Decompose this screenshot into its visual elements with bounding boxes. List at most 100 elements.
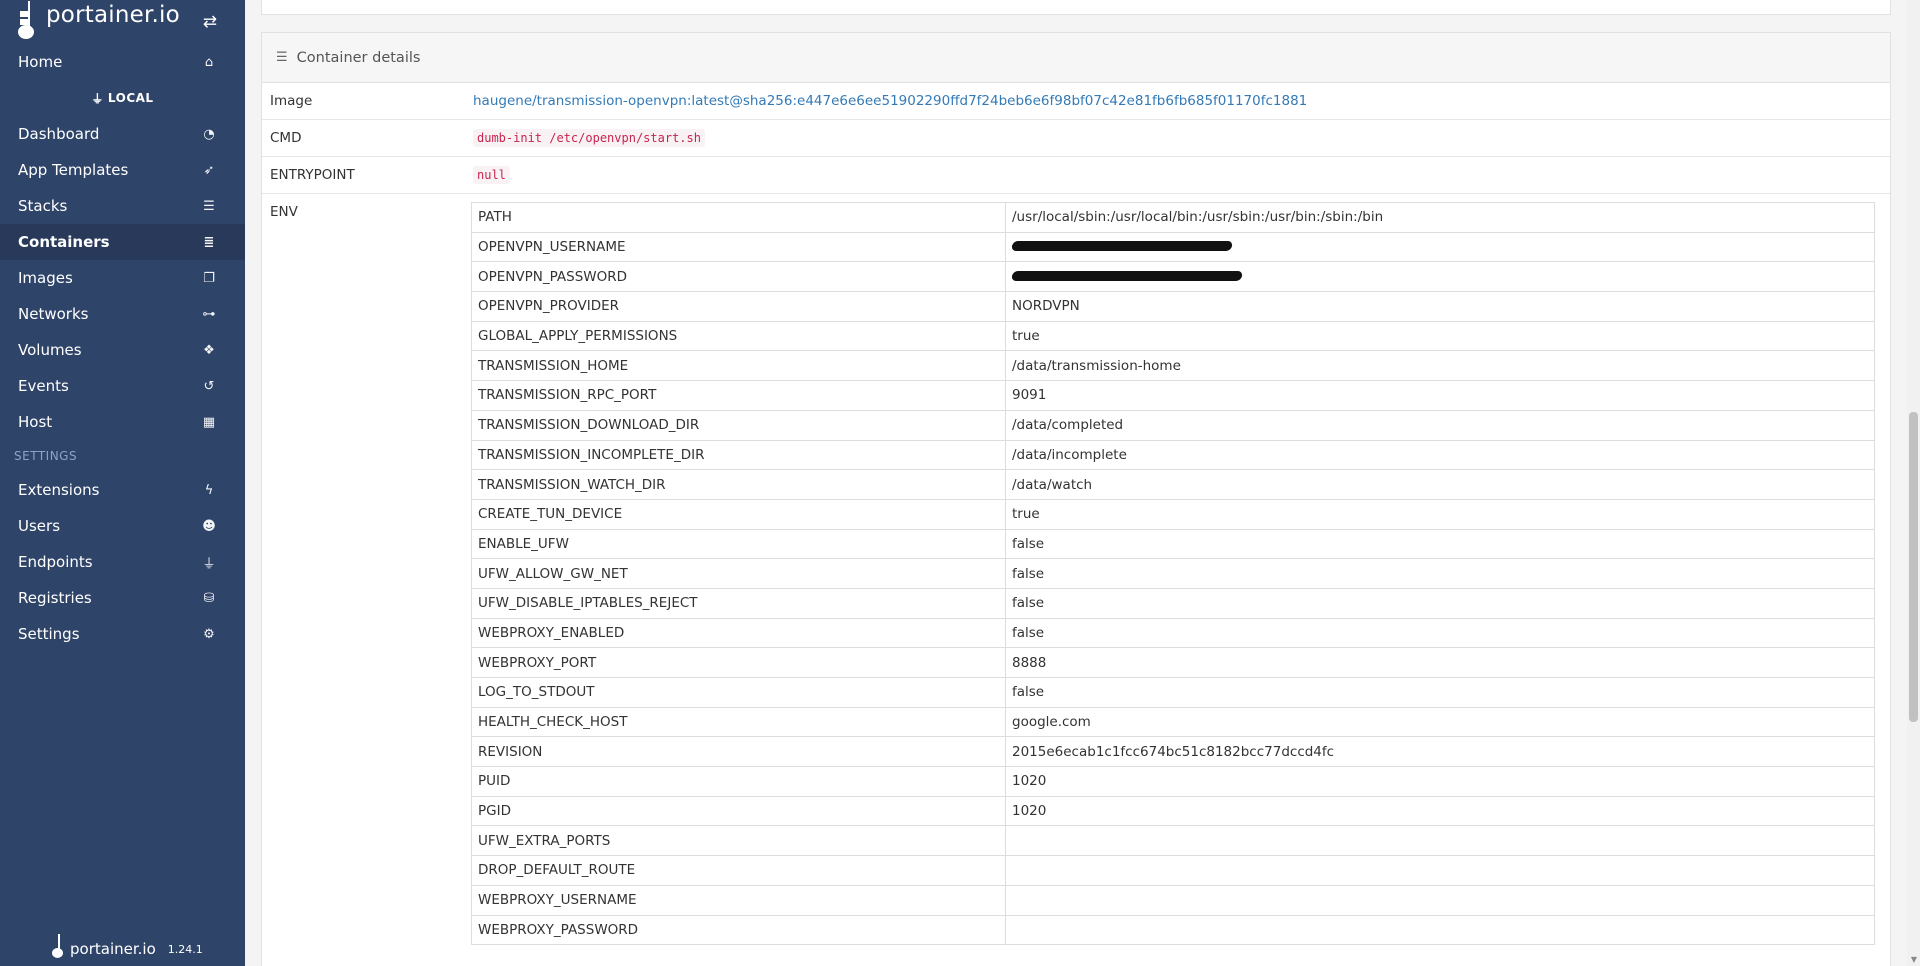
- detail-row-entrypoint: ENTRYPOINT null: [262, 157, 1890, 194]
- env-value: false: [1005, 587, 1875, 619]
- th-list-icon: ☰: [203, 198, 215, 214]
- env-value: [1005, 825, 1875, 857]
- env-row: PATH/usr/local/sbin:/usr/local/bin:/usr/…: [471, 202, 1875, 233]
- sidebar-item-label: Containers: [18, 233, 110, 251]
- env-value: [1005, 231, 1875, 263]
- clone-icon: ❐: [203, 270, 215, 286]
- sidebar-item-label: Images: [18, 269, 73, 287]
- sidebar-item-label: Registries: [18, 589, 92, 607]
- bolt-icon: ϟ: [204, 482, 214, 498]
- sidebar-item-images[interactable]: Images ❐: [0, 260, 245, 296]
- redacted-value: [1011, 241, 1233, 252]
- sidebar-item-label: Users: [18, 517, 61, 535]
- env-row: TRANSMISSION_HOME/data/transmission-home: [471, 350, 1875, 382]
- env-key: WEBPROXY_ENABLED: [471, 617, 1006, 649]
- sidebar-item-volumes[interactable]: Volumes ❖: [0, 332, 245, 368]
- env-row: LOG_TO_STDOUT false: [471, 677, 1875, 708]
- env-key: PUID: [471, 766, 1006, 797]
- env-row: OPENVPN_USERNAME: [471, 231, 1875, 263]
- env-value: true: [1005, 498, 1875, 530]
- env-row: UFW_EXTRA_PORTS: [471, 825, 1875, 857]
- logo-text[interactable]: portainer.io: [46, 2, 180, 28]
- detail-label: ENV: [270, 204, 298, 220]
- detail-label: ENTRYPOINT: [270, 167, 355, 183]
- redacted-value: [1011, 270, 1243, 281]
- scroll-down-icon[interactable]: ▼: [1911, 955, 1917, 964]
- sidebar-item-label: Extensions: [18, 481, 100, 499]
- endpoint-label: ⏚ LOCAL: [91, 91, 154, 106]
- env-key: TRANSMISSION_HOME: [471, 350, 1006, 382]
- history-icon: ↺: [203, 378, 215, 394]
- sidebar-item-dashboard[interactable]: Dashboard ◔: [0, 116, 245, 152]
- env-row: ENABLE_UFW false: [471, 528, 1875, 560]
- detail-row-image: Image haugene/transmission-openvpn:lates…: [262, 83, 1890, 120]
- env-key: WEBPROXY_PORT: [471, 647, 1006, 678]
- env-row: TRANSMISSION_DOWNLOAD_DIR/data/completed: [471, 409, 1875, 441]
- th-icon: ▦: [202, 414, 216, 430]
- detail-label: CMD: [270, 130, 302, 146]
- env-value: /usr/local/sbin:/usr/local/bin:/usr/sbin…: [1005, 202, 1875, 233]
- portainer-logo-icon[interactable]: [18, 1, 40, 39]
- sidebar-item-containers[interactable]: Containers ≣: [0, 224, 245, 260]
- env-value: 1020: [1005, 766, 1875, 797]
- env-key: WEBPROXY_USERNAME: [471, 884, 1006, 916]
- env-row: OPENVPN_PROVIDER NORDVPN: [471, 291, 1875, 322]
- sidebar: portainer.io ⇄ Home ⌂ ⏚ LOCAL Dashboard ◔…: [0, 0, 245, 966]
- env-key: HEALTH_CHECK_HOST: [471, 706, 1006, 738]
- env-row: WEBPROXY_PASSWORD: [471, 914, 1875, 946]
- sidebar-item-registries[interactable]: Registries ⛁: [0, 580, 245, 616]
- cubes-icon: ❖: [203, 342, 215, 358]
- env-value: /data/completed: [1005, 409, 1875, 441]
- env-row: TRANSMISSION_WATCH_DIR/data/watch: [471, 469, 1875, 500]
- env-key: TRANSMISSION_INCOMPLETE_DIR: [471, 439, 1006, 471]
- version-label: 1.24.1: [167, 943, 203, 956]
- sidebar-item-events[interactable]: Events ↺: [0, 368, 245, 404]
- sidebar-item-app-templates[interactable]: App Templates ➶: [0, 152, 245, 188]
- env-value: /data/watch: [1005, 469, 1875, 500]
- env-value: [1005, 261, 1875, 293]
- env-row: PGID 1020: [471, 795, 1875, 827]
- env-key: TRANSMISSION_WATCH_DIR: [471, 469, 1006, 500]
- sidebar-item-stacks[interactable]: Stacks ☰: [0, 188, 245, 224]
- sidebar-item-endpoints[interactable]: Endpoints ⏚: [0, 544, 245, 580]
- env-row: GLOBAL_APPLY_PERMISSIONS true: [471, 320, 1875, 352]
- sidebar-footer: portainer.io 1.24.1: [52, 934, 203, 958]
- env-key: TRANSMISSION_DOWNLOAD_DIR: [471, 409, 1006, 441]
- sidebar-item-networks[interactable]: Networks ⊶: [0, 296, 245, 332]
- env-row: PUID 1020: [471, 766, 1875, 797]
- sidebar-item-users[interactable]: Users ☻: [0, 508, 245, 544]
- plug-icon: ⏚: [91, 91, 104, 106]
- sidebar-item-label: Dashboard: [18, 125, 100, 143]
- sidebar-item-settings[interactable]: Settings ⚙: [0, 616, 245, 652]
- env-row: WEBPROXY_ENABLED false: [471, 617, 1875, 649]
- sidebar-item-label: Host: [18, 413, 53, 431]
- env-row: UFW_DISABLE_IPTABLES_REJECT false: [471, 587, 1875, 619]
- env-row: CREATE_TUN_DEVICE true: [471, 498, 1875, 530]
- env-value: 2015e6ecab1c1fcc674bc51c8182bcc77dccd4fc: [1005, 736, 1875, 768]
- sidebar-toggle-icon[interactable]: ⇄: [203, 12, 217, 32]
- env-key: OPENVPN_USERNAME: [471, 231, 1006, 263]
- env-key: TRANSMISSION_RPC_PORT: [471, 380, 1006, 411]
- settings-section-label: SETTINGS: [14, 449, 78, 463]
- cogs-icon: ⚙: [203, 626, 215, 642]
- env-value: true: [1005, 320, 1875, 352]
- sidebar-item-host[interactable]: Host ▦: [0, 404, 245, 440]
- image-link[interactable]: haugene/transmission-openvpn:latest@sha2…: [473, 93, 1307, 109]
- sidebar-item-extensions[interactable]: Extensions ϟ: [0, 472, 245, 508]
- sitemap-icon: ⊶: [202, 306, 216, 322]
- logo-row: portainer.io ⇄: [0, 0, 245, 44]
- env-row: HEALTH_CHECK_HOST google.com: [471, 706, 1875, 738]
- sidebar-item-home[interactable]: Home ⌂: [0, 44, 245, 80]
- scrollbar-thumb[interactable]: [1909, 412, 1918, 722]
- users-icon: ☻: [202, 518, 216, 534]
- env-value: false: [1005, 528, 1875, 560]
- env-key: OPENVPN_PASSWORD: [471, 261, 1006, 293]
- panel-title: Container details: [296, 49, 421, 66]
- env-row: DROP_DEFAULT_ROUTE: [471, 855, 1875, 886]
- entrypoint-value: null: [473, 166, 510, 184]
- tachometer-icon: ◔: [203, 126, 215, 142]
- env-key: REVISION: [471, 736, 1006, 768]
- env-value: google.com: [1005, 706, 1875, 738]
- env-key: PATH: [471, 202, 1006, 233]
- page-scrollbar[interactable]: ▼: [1907, 0, 1920, 966]
